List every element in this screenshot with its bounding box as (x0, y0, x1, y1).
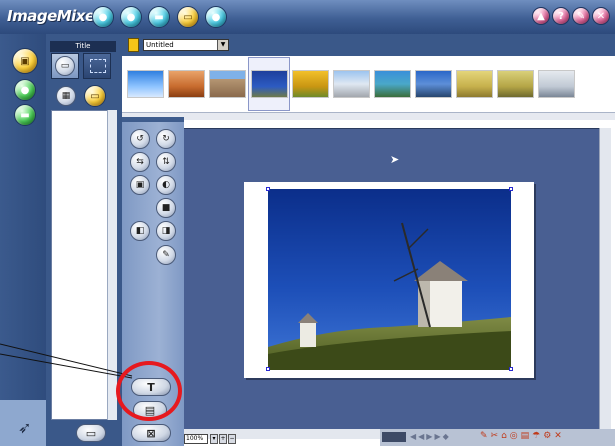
thumbnail-scrollbar[interactable] (122, 112, 615, 120)
coastal-town-image[interactable] (374, 70, 411, 98)
close-icon[interactable]: ✕ (592, 7, 610, 25)
layer-back-icon[interactable]: ◧ (130, 221, 150, 241)
sunflower-field-image[interactable] (292, 70, 329, 98)
wrench-icon: ✎ (576, 10, 586, 22)
panel-tab-title[interactable]: Title (50, 41, 116, 52)
panel-bottom-button[interactable]: ▭ (76, 424, 106, 442)
resize-handle[interactable] (266, 187, 270, 191)
desert-dunes-image[interactable] (168, 70, 205, 98)
chevron-down-icon[interactable]: ▼ (217, 40, 228, 50)
help-icon[interactable]: ? (552, 7, 570, 25)
resize-handle[interactable] (509, 367, 513, 371)
rail-photo-mode-icon[interactable]: ▣ (12, 48, 38, 74)
zoom-out-icon[interactable]: − (228, 434, 236, 444)
print-mode-icon[interactable]: ▭ (177, 6, 199, 28)
windmill-image[interactable] (251, 70, 288, 98)
monitor-icon: ▬ (20, 109, 30, 121)
single-frame-icon: ▭ (55, 56, 75, 76)
highlight-circle (116, 361, 182, 421)
multi-frame-icon (90, 59, 106, 73)
rail-green-mode-icon[interactable]: ● (14, 79, 36, 101)
yellow-field-image[interactable] (456, 70, 493, 98)
frame-view-icon[interactable]: ▭ (84, 85, 106, 107)
export-mode-icon[interactable]: ● (205, 6, 227, 28)
person-icon: ● (126, 11, 136, 23)
flip-horizontal-icon[interactable]: ⇆ (130, 152, 150, 172)
green-landscape-image[interactable] (497, 70, 534, 98)
frame-glyph-icon: ▭ (90, 90, 100, 102)
minimize-icon[interactable]: ▲ (532, 7, 550, 25)
resize-handle[interactable] (266, 367, 270, 371)
status-counter-icon (382, 432, 406, 442)
figure-icon: ● (20, 84, 30, 96)
mouse-cursor-icon: ➤ (390, 153, 400, 166)
white-building-image[interactable] (538, 70, 575, 98)
zoom-select[interactable]: 100% (184, 434, 208, 444)
album-select[interactable]: Untitled ▼ (143, 39, 229, 51)
title-bar: ImageMixer ● ● ▬ ▭ ● ▲ ? ✎ ✕ (0, 0, 615, 34)
color-swatch[interactable] (128, 38, 139, 52)
person-icon: ● (211, 11, 221, 23)
colosseum-image[interactable] (209, 70, 246, 98)
arch-monument-image[interactable] (333, 70, 370, 98)
capture-mode-icon[interactable]: ● (92, 6, 114, 28)
resize-handle[interactable] (509, 187, 513, 191)
arrange-icon: ⊠ (146, 426, 156, 440)
windmill-photo[interactable] (268, 189, 511, 370)
rotate-left-icon[interactable]: ↺ (130, 129, 150, 149)
flip-vertical-icon[interactable]: ⇅ (156, 152, 176, 172)
blue-sky-image[interactable] (127, 70, 164, 98)
crop-icon[interactable]: ▣ (130, 175, 150, 195)
rotate-right-icon[interactable]: ↻ (156, 129, 176, 149)
person-icon: ● (98, 11, 108, 23)
minimize-glyph-icon: ▲ (537, 10, 545, 22)
album-mode-icon[interactable]: ● (120, 6, 142, 28)
zoom-dropdown-icon[interactable]: ▾ (210, 434, 218, 444)
tools-icon[interactable]: ✎ (572, 7, 590, 25)
status-toolbar: ◀◀▶▶◆ ✎✂⌂◎▤☂⚙✕ (380, 429, 615, 446)
edit-tool-icons[interactable]: ✎✂⌂◎▤☂⚙✕ (480, 431, 565, 441)
workspace-scrollbar-vertical[interactable] (599, 128, 611, 429)
edit-mode-icon[interactable]: ▬ (148, 6, 170, 28)
callout-leader-lines (0, 343, 133, 379)
lock-icon[interactable]: ■ (156, 198, 176, 218)
printer-icon: ▭ (183, 11, 193, 23)
layout-single-button[interactable]: ▭ (51, 53, 79, 79)
x-icon: ✕ (596, 10, 606, 22)
arrange-tool-button[interactable]: ⊠ (131, 424, 171, 442)
monitor-icon: ▬ (154, 11, 164, 23)
film-icon: ▣ (20, 55, 30, 67)
paint-icon[interactable]: ✎ (156, 245, 176, 265)
album-select-value: Untitled (146, 41, 174, 49)
color-adjust-icon[interactable]: ◐ (156, 175, 176, 195)
zoom-in-icon[interactable]: + (219, 434, 227, 444)
rail-green-mode-2-icon[interactable]: ▬ (14, 104, 36, 126)
layer-front-icon[interactable]: ◨ (156, 221, 176, 241)
layout-multi-button[interactable] (83, 53, 111, 79)
pointer-icon[interactable]: ➶ (18, 418, 36, 437)
nav-icons[interactable]: ◀◀▶▶◆ (410, 432, 451, 441)
question-icon: ? (558, 10, 564, 22)
grid-view-icon[interactable]: ▦ (56, 86, 76, 106)
tray-icon: ▭ (85, 426, 97, 440)
app-logo: ImageMixer (7, 7, 102, 25)
blue-building-image[interactable] (415, 70, 452, 98)
